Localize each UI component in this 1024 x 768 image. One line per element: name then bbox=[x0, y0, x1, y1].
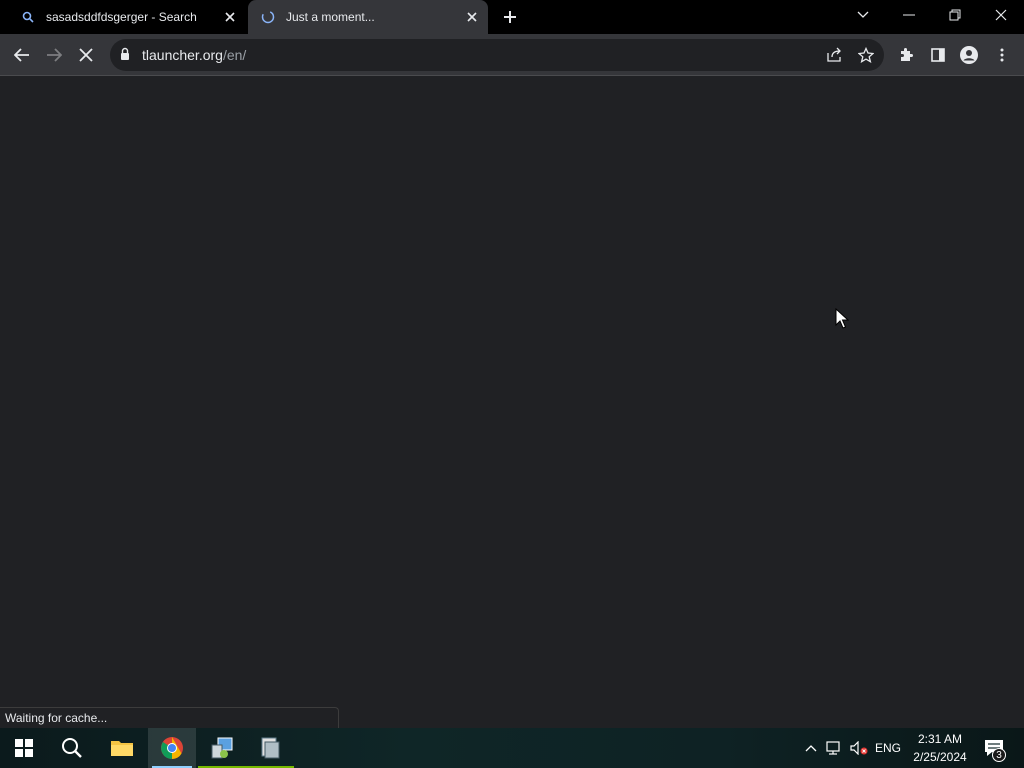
close-tab-icon[interactable] bbox=[220, 7, 240, 27]
tab-strip: sasadsddfdsgerger - Search Just a moment… bbox=[0, 0, 1024, 34]
back-button[interactable] bbox=[9, 42, 35, 68]
lock-icon[interactable] bbox=[120, 47, 132, 63]
chrome-taskbar-icon[interactable] bbox=[148, 728, 196, 768]
tab-active[interactable]: Just a moment... bbox=[248, 0, 488, 34]
taskbar-search-icon[interactable] bbox=[48, 728, 96, 768]
side-panel-icon[interactable] bbox=[925, 42, 951, 68]
language-indicator[interactable]: ENG bbox=[872, 728, 904, 768]
printer-taskbar-icon[interactable] bbox=[246, 728, 294, 768]
tab-title: sasadsddfdsgerger - Search bbox=[46, 10, 197, 24]
file-explorer-icon[interactable] bbox=[98, 728, 146, 768]
search-icon bbox=[20, 9, 36, 25]
extensions-puzzle-icon[interactable] bbox=[893, 42, 919, 68]
bookmark-star-icon[interactable] bbox=[856, 45, 876, 65]
tab-search-dropdown-icon[interactable] bbox=[840, 0, 886, 30]
page-content[interactable] bbox=[0, 77, 1024, 728]
restore-window-button[interactable] bbox=[932, 0, 978, 30]
clock-date: 2/25/2024 bbox=[913, 750, 967, 764]
network-icon[interactable] bbox=[823, 728, 847, 768]
notifications-button[interactable]: 3 bbox=[980, 728, 1008, 768]
minimize-window-button[interactable] bbox=[886, 0, 932, 30]
start-button[interactable] bbox=[0, 728, 48, 768]
clock-time: 2:31 AM bbox=[917, 732, 963, 746]
loading-globe-icon bbox=[260, 9, 276, 25]
url-path: /en/ bbox=[222, 47, 247, 63]
address-bar[interactable]: tlauncher.org/en/ bbox=[110, 39, 884, 71]
share-icon[interactable] bbox=[824, 45, 844, 65]
taskbar: ENG 2:31 AM 2/25/2024 3 bbox=[0, 728, 1024, 768]
tab-title: Just a moment... bbox=[286, 10, 375, 24]
stop-loading-button[interactable] bbox=[73, 42, 99, 68]
status-bubble: Waiting for cache... bbox=[0, 707, 339, 728]
browser-toolbar: tlauncher.org/en/ bbox=[0, 34, 1024, 76]
more-menu-icon[interactable] bbox=[989, 42, 1015, 68]
close-tab-icon[interactable] bbox=[462, 7, 482, 27]
profile-avatar-icon[interactable] bbox=[956, 42, 982, 68]
url-host: tlauncher.org bbox=[142, 47, 223, 63]
volume-muted-icon[interactable] bbox=[847, 728, 871, 768]
tab-search[interactable]: sasadsddfdsgerger - Search bbox=[8, 0, 246, 34]
mouse-cursor-icon bbox=[835, 307, 850, 330]
network-settings-taskbar-icon[interactable] bbox=[198, 728, 246, 768]
clock[interactable]: 2:31 AM 2/25/2024 bbox=[906, 730, 974, 766]
notification-count-badge: 3 bbox=[992, 748, 1006, 762]
show-hidden-icons-chevron-icon[interactable] bbox=[800, 728, 822, 768]
close-window-button[interactable] bbox=[978, 0, 1024, 30]
url-text[interactable]: tlauncher.org/en/ bbox=[142, 47, 246, 63]
forward-button[interactable] bbox=[41, 42, 67, 68]
new-tab-button[interactable] bbox=[498, 5, 522, 29]
